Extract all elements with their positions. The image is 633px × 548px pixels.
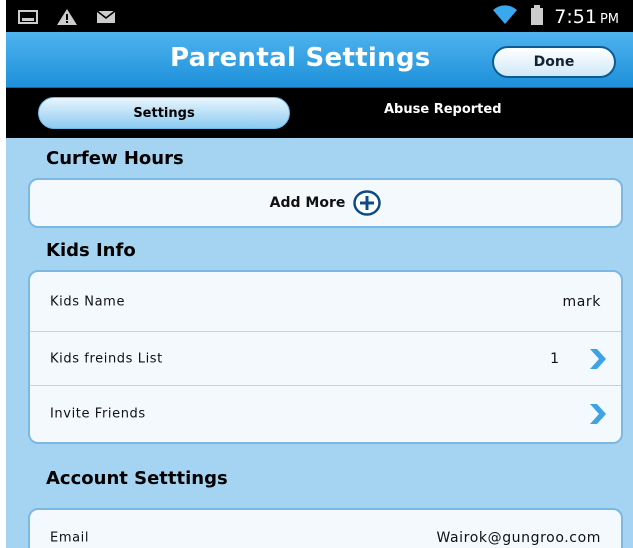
account-card: Email Wairok@gungroo.com — [28, 508, 623, 548]
invite-friends-label: Invite Friends — [50, 406, 146, 422]
kids-info-card: Kids Name mark Kids freinds List 1 Invit… — [28, 270, 623, 444]
status-bar: 7:51 PM — [6, 0, 633, 32]
invite-friends-row[interactable]: Invite Friends — [30, 386, 621, 442]
email-value: Wairok@gungroo.com — [436, 530, 601, 546]
battery-icon — [530, 4, 544, 30]
email-row[interactable]: Email Wairok@gungroo.com — [30, 510, 621, 548]
segmented-tabs: Settings Abuse Reported — [6, 88, 633, 138]
curfew-card: Add More — [28, 178, 623, 228]
message-icon — [96, 9, 116, 29]
curfew-hours-heading: Curfew Hours — [46, 148, 184, 169]
kids-friends-list-row[interactable]: Kids freinds List 1 — [30, 332, 621, 386]
kids-name-row[interactable]: Kids Name mark — [30, 272, 621, 332]
clock: 7:51 PM — [554, 6, 619, 28]
add-more-label: Add More — [269, 195, 346, 211]
plus-circle-icon — [353, 190, 382, 216]
warning-icon — [56, 8, 78, 30]
kids-info-heading: Kids Info — [46, 240, 136, 261]
title-bar: Parental Settings Done — [6, 32, 633, 88]
account-settings-heading: Account Setttings — [46, 468, 228, 489]
kids-name-label: Kids Name — [50, 294, 126, 309]
add-more-button[interactable]: Add More — [30, 180, 621, 226]
kids-friends-list-label: Kids freinds List — [50, 351, 163, 366]
wifi-icon — [490, 4, 520, 30]
kids-name-value: mark — [562, 293, 601, 310]
app-screen: 7:51 PM Parental Settings Done Settings A… — [6, 0, 633, 548]
tab-abuse-reported[interactable]: Abuse Reported — [384, 102, 502, 117]
chevron-right-icon — [585, 403, 607, 425]
chevron-right-icon — [585, 348, 607, 370]
tab-settings[interactable]: Settings — [38, 97, 290, 129]
page-title: Parental Settings — [170, 43, 431, 73]
screenshot-icon — [18, 9, 38, 29]
email-label: Email — [50, 530, 90, 546]
done-button[interactable]: Done — [492, 46, 616, 78]
friends-count: 1 — [550, 350, 559, 367]
